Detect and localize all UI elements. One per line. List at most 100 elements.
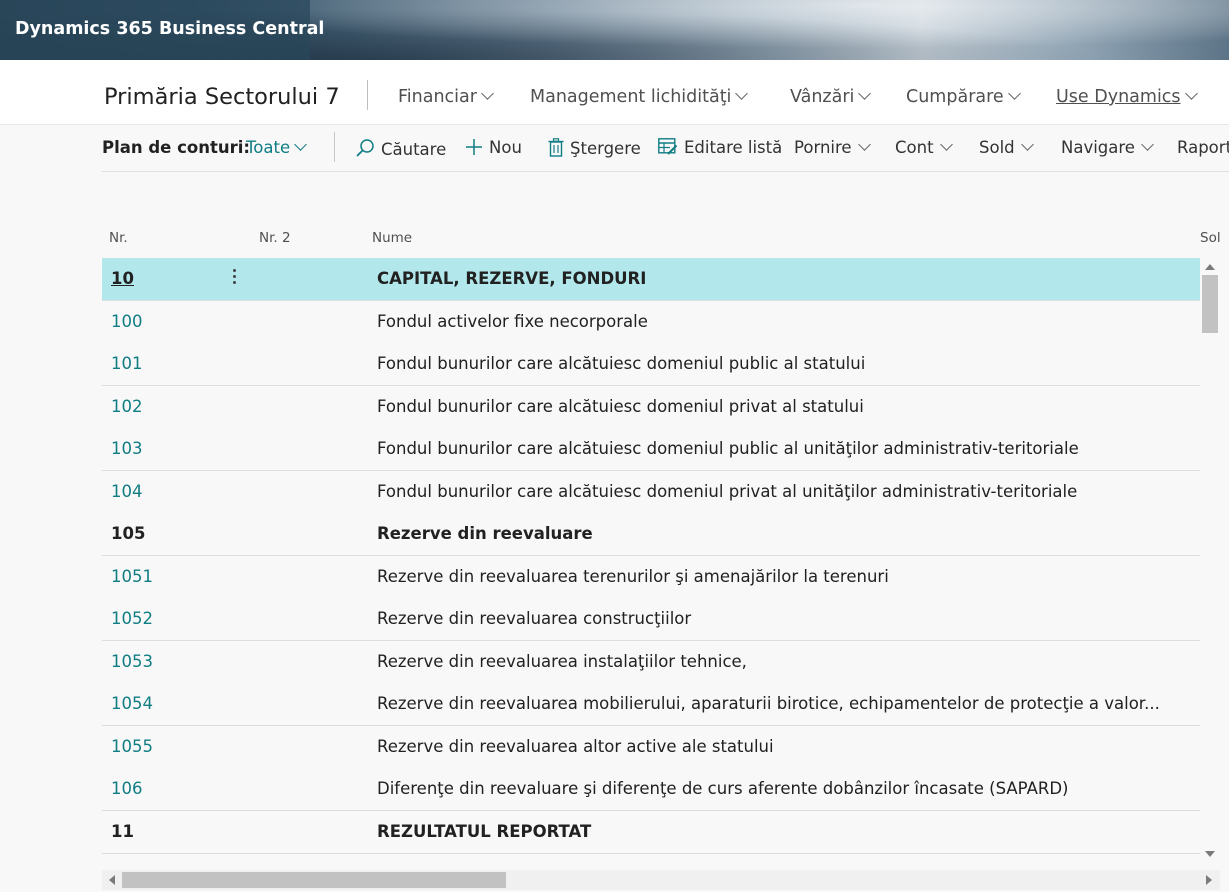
column-header-sold[interactable]: Sol bbox=[1200, 230, 1229, 246]
chevron-down-icon bbox=[481, 87, 494, 100]
table-row[interactable]: 103 Fondul bunurilor care alcătuiesc dome… bbox=[102, 428, 1200, 471]
app-title-box: Dynamics 365 Business Central bbox=[0, 0, 324, 60]
account-name: Rezerve din reevaluarea instalaţiilor te… bbox=[377, 651, 747, 671]
accounts-table: 10 CAPITAL, REZERVE, FONDURI 100 Fondul act… bbox=[102, 258, 1200, 858]
nav-item-label: Use Dynamics bbox=[1056, 87, 1181, 107]
account-number-link[interactable]: 104 bbox=[111, 482, 143, 501]
scroll-down-arrow-icon[interactable] bbox=[1205, 851, 1215, 857]
table-row[interactable]: 101 Fondul bunurilor care alcătuiesc dome… bbox=[102, 343, 1200, 386]
view-filter-label: Toate bbox=[246, 138, 291, 157]
app-title[interactable]: Dynamics 365 Business Central bbox=[15, 19, 324, 39]
horizontal-scroll-thumb[interactable] bbox=[122, 872, 506, 888]
account-menu-button[interactable]: Cont bbox=[895, 138, 953, 157]
account-number-link[interactable]: 106 bbox=[111, 779, 143, 798]
account-label: Cont bbox=[895, 138, 934, 157]
table-row[interactable]: 10 CAPITAL, REZERVE, FONDURI bbox=[102, 258, 1200, 301]
edit-list-label: Editare listă bbox=[684, 138, 783, 157]
table-row[interactable]: 1052 Rezerve din reevaluarea construcţiil… bbox=[102, 598, 1200, 641]
search-icon bbox=[356, 139, 374, 157]
action-bar: Plan de conturi: Toate Căutare Nou Şterg… bbox=[0, 124, 1229, 172]
account-name: Rezerve din reevaluarea terenurilor şi a… bbox=[377, 566, 889, 586]
nav-item-label: Management lichidităţi bbox=[530, 87, 732, 107]
action-bar-divider bbox=[334, 132, 335, 162]
table-row[interactable]: 100 Fondul activelor fixe necorporale bbox=[102, 300, 1200, 344]
chevron-down-icon bbox=[1007, 87, 1021, 100]
account-number-link[interactable]: 10 bbox=[111, 269, 134, 288]
account-name: Diferenţe din reevaluare şi diferenţe de… bbox=[377, 779, 1069, 798]
chevron-down-icon bbox=[857, 138, 871, 151]
table-row[interactable]: 106 Diferenţe din reevaluare şi diferenţe… bbox=[102, 768, 1200, 811]
column-header-nume[interactable]: Nume bbox=[372, 230, 412, 246]
new-label: Nou bbox=[489, 138, 522, 157]
account-name: Rezerve din reevaluarea altor active ale… bbox=[377, 736, 774, 756]
table-row[interactable]: 1051 Rezerve din reevaluarea terenurilor … bbox=[102, 555, 1200, 599]
nav-item-label: Cumpărare bbox=[906, 87, 1004, 107]
balance-menu-button[interactable]: Sold bbox=[979, 138, 1034, 157]
nav-item-vanzari[interactable]: Vânzări bbox=[790, 87, 872, 107]
table-row[interactable]: 1053 Rezerve din reevaluarea instalaţiilo… bbox=[102, 640, 1200, 684]
delete-button[interactable]: Ştergere bbox=[548, 138, 641, 158]
chevron-down-icon bbox=[294, 138, 307, 151]
vertical-scroll-thumb[interactable] bbox=[1202, 275, 1218, 333]
search-button[interactable]: Căutare bbox=[355, 138, 446, 159]
start-menu-button[interactable]: Pornire bbox=[794, 138, 871, 157]
account-number-link[interactable]: 1055 bbox=[111, 737, 153, 756]
action-bar-bottom-border bbox=[102, 171, 1229, 172]
scroll-right-arrow-icon[interactable] bbox=[1206, 875, 1212, 885]
vertical-scrollbar[interactable] bbox=[1200, 258, 1220, 862]
table-row[interactable]: 1054 Rezerve din reevaluarea mobilierului… bbox=[102, 683, 1200, 726]
chevron-down-icon bbox=[735, 87, 749, 100]
nav-item-management-lichiditati[interactable]: Management lichidităţi bbox=[530, 87, 749, 107]
column-header-nr2[interactable]: Nr. 2 bbox=[259, 230, 291, 246]
account-name: Rezerve din reevaluarea construcţiilor bbox=[377, 609, 692, 628]
chevron-down-icon bbox=[939, 138, 953, 151]
search-label: Căutare bbox=[381, 140, 447, 159]
navigate-label: Navigare bbox=[1061, 138, 1135, 157]
table-row[interactable]: 104 Fondul bunurilor care alcătuiesc dome… bbox=[102, 470, 1200, 514]
page-title: Plan de conturi: bbox=[102, 138, 251, 157]
navigate-menu-button[interactable]: Navigare bbox=[1061, 138, 1154, 157]
edit-list-icon bbox=[658, 138, 678, 155]
account-number-link[interactable]: 1051 bbox=[111, 567, 153, 586]
chevron-down-icon bbox=[1184, 87, 1198, 100]
account-number-link[interactable]: 100 bbox=[111, 312, 143, 331]
account-number-link[interactable]: 102 bbox=[111, 397, 143, 416]
top-navigation: Primăria Sectorului 7 Financiar Manageme… bbox=[0, 60, 1229, 125]
account-name: Rezerve din reevaluarea mobilierului, ap… bbox=[377, 694, 1160, 713]
nav-item-cumparare[interactable]: Cumpărare bbox=[906, 87, 1021, 107]
new-button[interactable]: Nou bbox=[465, 138, 522, 157]
account-number-link[interactable]: 1054 bbox=[111, 694, 153, 713]
row-actions-icon[interactable] bbox=[232, 266, 238, 284]
nav-item-financiar[interactable]: Financiar bbox=[398, 87, 494, 107]
account-number-link[interactable]: 1052 bbox=[111, 609, 153, 628]
nav-item-use-dynamics[interactable]: Use Dynamics bbox=[1056, 87, 1198, 107]
view-filter-dropdown[interactable]: Toate bbox=[246, 138, 307, 157]
account-number-link[interactable]: 11 bbox=[111, 822, 134, 841]
table-row[interactable]: 105 Rezerve din reevaluare bbox=[102, 513, 1200, 556]
delete-icon bbox=[548, 138, 564, 157]
account-name: CAPITAL, REZERVE, FONDURI bbox=[377, 269, 647, 288]
horizontal-scrollbar[interactable] bbox=[102, 870, 1220, 890]
app-banner: Dynamics 365 Business Central bbox=[0, 0, 1229, 60]
scroll-up-arrow-icon[interactable] bbox=[1205, 264, 1215, 270]
report-menu-button[interactable]: Raport bbox=[1177, 138, 1229, 157]
column-header-nr[interactable]: Nr. bbox=[109, 230, 128, 246]
account-name: REZULTATUL REPORTAT bbox=[377, 821, 592, 841]
start-label: Pornire bbox=[794, 138, 852, 157]
account-number-link[interactable]: 1053 bbox=[111, 652, 153, 671]
nav-item-label: Vânzări bbox=[790, 87, 855, 107]
account-number-link[interactable]: 105 bbox=[111, 524, 145, 543]
table-row[interactable]: 102 Fondul bunurilor care alcătuiesc dome… bbox=[102, 385, 1200, 429]
table-row[interactable]: 11 REZULTATUL REPORTAT bbox=[102, 810, 1200, 854]
table-row[interactable]: 1055 Rezerve din reevaluarea altor active… bbox=[102, 725, 1200, 769]
edit-list-button[interactable]: Editare listă bbox=[658, 138, 782, 157]
account-name: Fondul bunurilor care alcătuiesc domeniu… bbox=[377, 439, 1079, 458]
nav-divider bbox=[367, 80, 368, 110]
scroll-left-arrow-icon[interactable] bbox=[109, 875, 115, 885]
account-number-link[interactable]: 103 bbox=[111, 439, 143, 458]
account-name: Fondul bunurilor care alcătuiesc domeniu… bbox=[377, 481, 1078, 501]
balance-label: Sold bbox=[979, 138, 1015, 157]
account-number-link[interactable]: 101 bbox=[111, 354, 143, 373]
add-icon bbox=[466, 139, 482, 155]
report-label: Raport bbox=[1177, 138, 1229, 157]
